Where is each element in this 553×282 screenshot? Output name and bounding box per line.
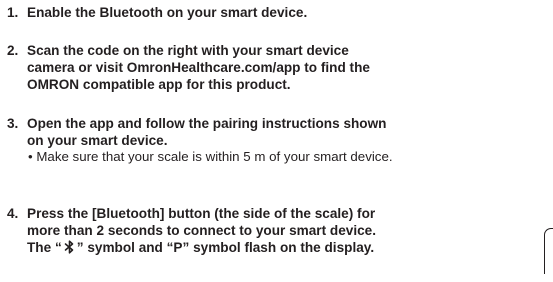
- step-line: more than 2 seconds to connect to your s…: [27, 223, 376, 238]
- step-line: Open the app and follow the pairing inst…: [27, 116, 387, 131]
- step-line: Scan the code on the right with your sma…: [27, 43, 349, 58]
- symbol-text-after: ” symbol and “P” symbol flash on the dis…: [76, 240, 375, 255]
- step-line: Enable the Bluetooth on your smart devic…: [27, 5, 308, 20]
- step-text: Open the app and follow the pairing inst…: [27, 115, 393, 165]
- step-text: Press the [Bluetooth] button (the side o…: [27, 205, 376, 256]
- page-edge-outline: [544, 228, 553, 274]
- step-note: • Make sure that your scale is within 5 …: [28, 149, 393, 164]
- step-line: OMRON compatible app for this product.: [27, 77, 291, 92]
- step-number: 1.: [7, 5, 19, 20]
- step-number: 2.: [7, 43, 19, 58]
- symbol-text-before: The “: [27, 240, 62, 255]
- step-line: on your smart device.: [27, 133, 168, 148]
- step-line: Press the [Bluetooth] button (the side o…: [27, 206, 376, 221]
- step-number: 4.: [7, 206, 19, 221]
- step-line-symbol: The “ ” symbol and “P” symbol flash on th…: [27, 239, 376, 256]
- step-text: Enable the Bluetooth on your smart devic…: [27, 4, 307, 21]
- step-text: Scan the code on the right with your sma…: [27, 42, 370, 93]
- bluetooth-icon: [64, 240, 75, 254]
- step-number: 3.: [7, 116, 19, 131]
- step-line: camera or visit OmronHealthcare.com/app …: [27, 60, 370, 75]
